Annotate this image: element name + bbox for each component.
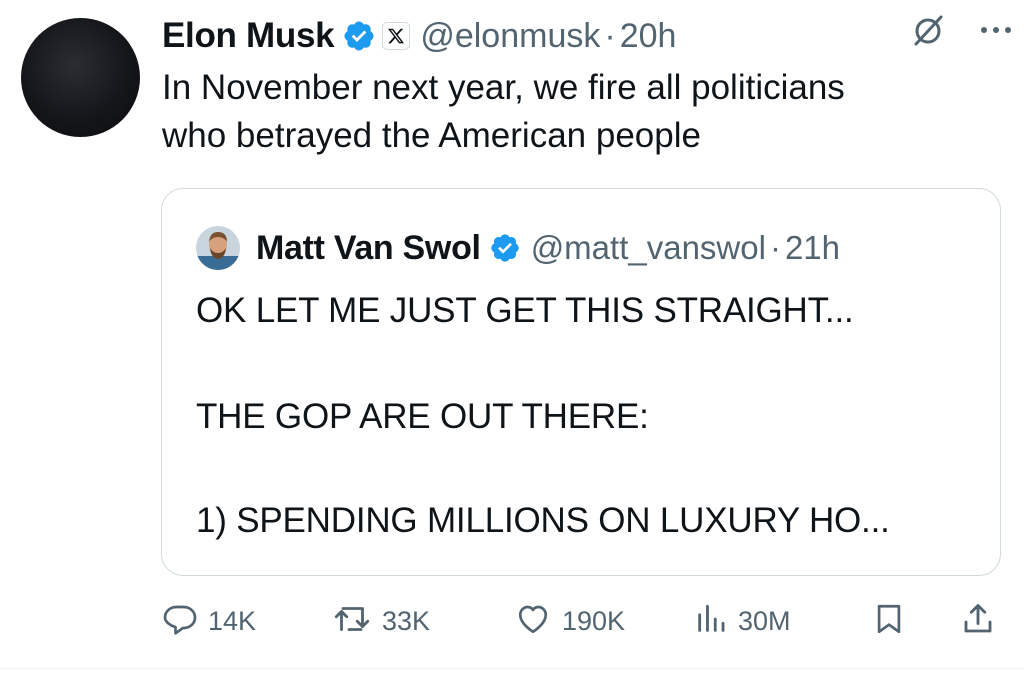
tweet-text-line: In November next year, we fire all polit… [162, 68, 845, 107]
quote-header: Matt Van Swol @matt_vanswol · 21h [196, 223, 840, 273]
x-logo-icon [382, 22, 411, 50]
share-button[interactable] [960, 598, 996, 644]
quote-text-line: 1) SPENDING MILLIONS ON LUXURY HO... [196, 501, 890, 540]
tweet-actions: 14K 33K 190K 30M [160, 598, 1004, 644]
repost-button[interactable]: 33K [332, 598, 430, 644]
tweet-header: Elon Musk @elonmusk · 20h [162, 12, 1004, 60]
author-handle[interactable]: @elonmusk [420, 17, 600, 56]
bookmark-icon [872, 600, 906, 643]
tweet-text: In November next year, we fire all polit… [162, 64, 992, 160]
repost-count: 33K [382, 605, 431, 636]
grok-icon[interactable] [908, 10, 948, 55]
verified-badge-icon [489, 232, 521, 264]
views-button[interactable]: 30M [694, 598, 791, 644]
more-icon[interactable] [976, 10, 1016, 55]
separator-dot: · [604, 16, 616, 55]
author-name[interactable]: Elon Musk [162, 16, 335, 56]
views-count: 30M [738, 605, 791, 636]
quote-avatar [196, 226, 240, 270]
views-icon [694, 601, 728, 642]
quote-author-handle[interactable]: @matt_vanswol [531, 229, 766, 267]
like-button[interactable]: 190K [514, 598, 625, 644]
tweet-text-line: who betrayed the American people [162, 116, 701, 155]
quote-time[interactable]: 21h [785, 229, 840, 267]
like-icon [514, 601, 552, 642]
divider [0, 668, 1024, 669]
like-count: 190K [562, 605, 626, 636]
reply-button[interactable]: 14K [162, 598, 256, 644]
tweet-time[interactable]: 20h [620, 17, 677, 56]
quote-text-line: THE GOP ARE OUT THERE: [196, 397, 649, 436]
verified-badge-icon [342, 19, 376, 53]
reply-count: 14K [208, 605, 257, 636]
repost-icon [332, 601, 372, 642]
separator-dot: · [769, 229, 781, 266]
share-icon [960, 600, 996, 643]
quote-text-line: OK LET ME JUST GET THIS STRAIGHT... [196, 291, 854, 330]
bookmark-button[interactable] [872, 598, 906, 644]
author-avatar[interactable] [21, 18, 140, 137]
quoted-tweet[interactable]: Matt Van Swol @matt_vanswol · 21h OK LET… [161, 188, 1001, 576]
quote-author-name[interactable]: Matt Van Swol [256, 229, 481, 268]
reply-icon [162, 601, 198, 642]
